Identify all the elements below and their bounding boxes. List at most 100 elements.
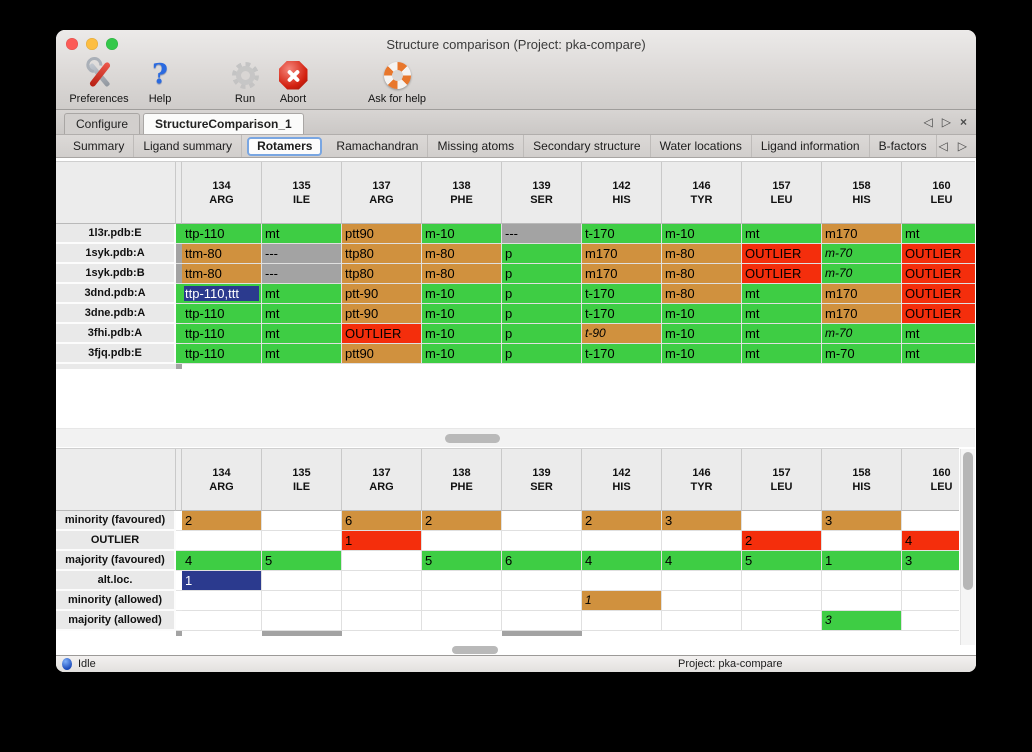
table-cell[interactable]: OUTLIER (342, 324, 422, 344)
table-cell[interactable]: ttp-110 (182, 324, 262, 344)
subtab-ligand-information[interactable]: Ligand information (752, 135, 870, 157)
top-hscrollbar-thumb[interactable] (445, 434, 500, 443)
close-button[interactable] (66, 38, 78, 50)
column-header-139[interactable]: 139SER (502, 162, 582, 224)
abort-button[interactable]: Abort (270, 58, 316, 105)
table-cell[interactable] (662, 611, 742, 631)
next-tab-arrow-icon[interactable]: ▷ (942, 115, 951, 129)
subtab-missing-atoms[interactable]: Missing atoms (428, 135, 524, 157)
table-cell[interactable]: m-70 (822, 324, 902, 344)
bottom-table-hscrollbar[interactable] (56, 645, 975, 655)
table-cell[interactable]: 3 (822, 611, 902, 631)
table-cell[interactable]: t-170 (582, 284, 662, 304)
table-cell[interactable] (902, 611, 959, 631)
table-cell[interactable]: 6 (502, 551, 582, 571)
column-header-135[interactable]: 135ILE (262, 449, 342, 511)
table-cell[interactable]: ptt-90 (342, 284, 422, 304)
column-header-142[interactable]: 142HIS (582, 449, 662, 511)
table-cell[interactable]: 4 (582, 551, 662, 571)
table-cell[interactable]: mt (262, 224, 342, 244)
table-cell[interactable] (902, 591, 959, 611)
table-cell[interactable]: p (502, 284, 582, 304)
table-cell[interactable] (262, 611, 342, 631)
table-cell[interactable]: mt (262, 344, 342, 364)
table-cell[interactable]: p (502, 344, 582, 364)
table-cell[interactable]: mt (262, 304, 342, 324)
table-cell[interactable]: 4 (182, 551, 262, 571)
table-cell[interactable] (582, 531, 662, 551)
row-label[interactable]: 1l3r.pdb:E (56, 224, 176, 244)
table-cell[interactable]: ttp80 (342, 264, 422, 284)
table-cell[interactable]: mt (262, 284, 342, 304)
column-header-146[interactable]: 146TYR (662, 162, 742, 224)
column-header-160[interactable]: 160LEU (902, 162, 975, 224)
bottom-hscrollbar-thumb[interactable] (452, 646, 498, 654)
table-cell[interactable]: ttm-80 (182, 244, 262, 264)
row-label[interactable]: 1syk.pdb:B (56, 264, 176, 284)
table-cell[interactable]: m-10 (662, 324, 742, 344)
table-cell[interactable]: m170 (582, 244, 662, 264)
row-label[interactable]: majority (favoured) (56, 551, 176, 571)
table-cell[interactable]: 4 (662, 551, 742, 571)
table-cell[interactable] (422, 531, 502, 551)
table-cell[interactable]: m-70 (822, 244, 902, 264)
row-label[interactable]: 1syk.pdb:A (56, 244, 176, 264)
table-cell[interactable]: 3 (822, 511, 902, 531)
column-header-134[interactable]: 134ARG (182, 449, 262, 511)
table-cell[interactable]: mt (902, 344, 975, 364)
table-cell[interactable] (582, 611, 662, 631)
table-cell[interactable] (902, 571, 959, 591)
table-cell[interactable]: m-10 (422, 284, 502, 304)
table-cell[interactable] (342, 611, 422, 631)
top-table-hscrollbar[interactable] (56, 428, 975, 447)
table-cell[interactable] (262, 511, 342, 531)
table-cell[interactable] (822, 571, 902, 591)
row-label[interactable]: alt.loc. (56, 571, 176, 591)
table-cell[interactable]: 1 (182, 571, 262, 591)
table-cell[interactable] (262, 591, 342, 611)
table-cell[interactable]: ttp80 (342, 244, 422, 264)
bottom-table-vscrollbar[interactable] (960, 449, 975, 645)
table-cell[interactable] (662, 571, 742, 591)
tab-configure[interactable]: Configure (64, 113, 140, 134)
subtab-rotamers[interactable]: Rotamers (247, 137, 322, 156)
table-cell[interactable]: m-10 (422, 324, 502, 344)
table-cell[interactable]: 2 (742, 531, 822, 551)
table-cell[interactable] (662, 531, 742, 551)
table-cell[interactable]: m-80 (662, 244, 742, 264)
close-tab-icon[interactable]: × (960, 115, 967, 129)
table-cell[interactable] (342, 591, 422, 611)
table-cell[interactable]: 3 (662, 511, 742, 531)
table-cell[interactable]: --- (262, 264, 342, 284)
subtab-secondary-structure[interactable]: Secondary structure (524, 135, 650, 157)
column-header-139[interactable]: 139SER (502, 449, 582, 511)
table-cell[interactable]: mt (742, 344, 822, 364)
table-cell[interactable]: p (502, 324, 582, 344)
table-cell[interactable]: m-80 (422, 264, 502, 284)
column-header-134[interactable]: 134ARG (182, 162, 262, 224)
zoom-button[interactable] (106, 38, 118, 50)
table-cell[interactable]: m-10 (422, 224, 502, 244)
table-cell[interactable]: OUTLIER (742, 244, 822, 264)
table-cell[interactable]: m-10 (422, 344, 502, 364)
table-cell[interactable]: 2 (182, 511, 262, 531)
help-button[interactable]: ? Help (142, 58, 178, 105)
prev-subtab-arrow-icon[interactable]: ◁ (939, 139, 948, 153)
minimize-button[interactable] (86, 38, 98, 50)
table-cell[interactable]: m-70 (822, 264, 902, 284)
table-cell[interactable]: mt (902, 324, 975, 344)
row-label[interactable]: 3dne.pdb:A (56, 304, 176, 324)
table-cell[interactable] (262, 531, 342, 551)
table-cell[interactable] (742, 591, 822, 611)
subtab-b-factors[interactable]: B-factors (870, 135, 937, 157)
table-cell[interactable]: t-90 (582, 324, 662, 344)
table-cell[interactable]: ttp-110,ttt (182, 284, 262, 304)
table-cell[interactable] (502, 611, 582, 631)
table-cell[interactable] (422, 611, 502, 631)
column-header-146[interactable]: 146TYR (662, 449, 742, 511)
row-label[interactable]: majority (allowed) (56, 611, 176, 631)
tab-structurecomparison-1[interactable]: StructureComparison_1 (143, 113, 304, 134)
table-cell[interactable]: --- (262, 244, 342, 264)
table-cell[interactable]: ttp-110 (182, 224, 262, 244)
table-cell[interactable]: mt (902, 224, 975, 244)
